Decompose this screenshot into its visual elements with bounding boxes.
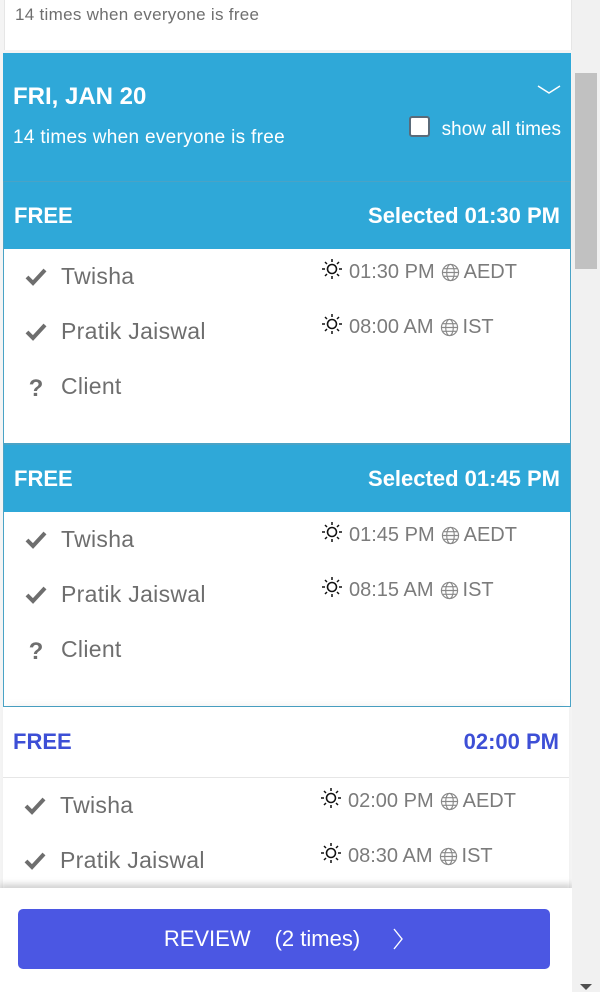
time-slot[interactable]: FREE Selected 01:45 PM Twisha 01:45 PM A… xyxy=(3,444,571,707)
slot-header[interactable]: FREE Selected 01:30 PM xyxy=(4,182,570,249)
slot-header[interactable]: FREE Selected 01:45 PM xyxy=(4,445,570,512)
sun-icon xyxy=(322,258,342,279)
timezone: AEDT xyxy=(462,790,516,812)
question-icon: ? xyxy=(29,375,44,399)
scrollbar[interactable] xyxy=(572,0,600,992)
globe-icon xyxy=(440,318,458,337)
participant-name: Client xyxy=(61,373,122,399)
check-icon xyxy=(24,852,46,870)
slot-time: Selected 01:30 PM xyxy=(368,202,560,228)
local-time: 08:15 AM xyxy=(349,579,434,601)
local-time: 01:45 PM xyxy=(349,524,435,546)
slot-status: FREE xyxy=(14,465,73,491)
sun-icon xyxy=(322,313,342,334)
participant-name: Pratik Jaiswal xyxy=(61,581,206,607)
slot-status: FREE xyxy=(13,729,72,754)
participant-row: Twisha 01:45 PM AEDT xyxy=(4,518,570,573)
slot-status: FREE xyxy=(14,202,73,228)
participant-name: Twisha xyxy=(60,792,134,818)
participant-local-time: 01:45 PM AEDT xyxy=(321,521,517,547)
globe-icon xyxy=(441,263,459,282)
local-time: 08:00 AM xyxy=(349,316,434,338)
participant-name: Twisha xyxy=(61,263,135,289)
local-time: 01:30 PM xyxy=(349,261,435,283)
participant-name: Pratik Jaiswal xyxy=(61,318,206,344)
day-title: FRI, JAN 20 xyxy=(13,83,147,110)
scrollbar-thumb[interactable] xyxy=(575,73,597,269)
globe-icon xyxy=(440,581,458,600)
participant-local-time: 08:15 AM IST xyxy=(321,576,494,602)
question-icon: ? xyxy=(29,638,44,662)
participant-row: Pratik Jaiswal 08:00 AM IST xyxy=(4,310,570,365)
timezone: AEDT xyxy=(463,524,517,546)
participant-local-time: 08:30 AM IST xyxy=(320,842,493,868)
previous-day-card[interactable]: 14 times when everyone is free xyxy=(4,0,572,50)
check-icon xyxy=(25,586,47,604)
review-label: REVIEW xyxy=(163,926,251,951)
day-header[interactable]: FRI, JAN 20 14 times when everyone is fr… xyxy=(3,53,571,181)
show-all-times-label: show all times xyxy=(441,119,561,140)
chevron-right-icon xyxy=(393,928,404,950)
check-icon xyxy=(25,323,47,341)
participant-name: Twisha xyxy=(61,526,135,552)
slot-time: Selected 01:45 PM xyxy=(368,465,560,491)
participant-row: ? Client xyxy=(4,365,570,420)
show-all-times-toggle[interactable]: show all times xyxy=(408,115,561,141)
previous-day-summary: 14 times when everyone is free xyxy=(15,5,260,24)
timezone: AEDT xyxy=(463,261,517,283)
participant-local-time: 08:00 AM IST xyxy=(321,313,494,339)
chevron-down-icon[interactable] xyxy=(537,83,561,97)
timezone: IST xyxy=(462,316,494,338)
time-slot[interactable]: FREE 02:00 PM Twisha 02:00 PM AEDT Prati… xyxy=(3,707,569,897)
participant-name: Client xyxy=(61,636,122,662)
sun-icon xyxy=(322,576,342,597)
check-icon xyxy=(25,531,47,549)
participant-row: Pratik Jaiswal 08:30 AM IST xyxy=(3,839,569,894)
participant-name: Pratik Jaiswal xyxy=(60,847,205,873)
bottom-action-bar: REVIEW (2 times) xyxy=(0,888,572,992)
local-time: 08:30 AM xyxy=(348,845,433,867)
svg-text:?: ? xyxy=(29,375,44,399)
check-icon xyxy=(25,268,47,286)
participant-local-time: 01:30 PM AEDT xyxy=(321,258,517,284)
sun-icon xyxy=(321,842,341,863)
participant-local-time: 02:00 PM AEDT xyxy=(320,787,516,813)
review-button[interactable]: REVIEW (2 times) xyxy=(18,909,550,969)
globe-icon xyxy=(440,792,458,811)
time-slot[interactable]: FREE Selected 01:30 PM Twisha 01:30 PM A… xyxy=(3,181,571,444)
timezone: IST xyxy=(461,845,493,867)
schedule-panel: 14 times when everyone is free FRI, JAN … xyxy=(0,0,572,992)
participant-row: Twisha 02:00 PM AEDT xyxy=(3,784,569,839)
globe-icon xyxy=(441,526,459,545)
sun-icon xyxy=(321,787,341,808)
day-summary: 14 times when everyone is free xyxy=(13,127,285,148)
slot-header[interactable]: FREE 02:00 PM xyxy=(3,707,569,778)
globe-icon xyxy=(439,847,457,866)
participant-row: Twisha 01:30 PM AEDT xyxy=(4,255,570,310)
check-icon xyxy=(24,797,46,815)
participant-row: ? Client xyxy=(4,628,570,683)
sun-icon xyxy=(322,521,342,542)
scroll-down-arrow-icon[interactable] xyxy=(580,984,592,990)
local-time: 02:00 PM xyxy=(348,790,434,812)
slot-time: 02:00 PM xyxy=(463,729,559,754)
review-count: (2 times) xyxy=(274,926,361,951)
participant-row: Pratik Jaiswal 08:15 AM IST xyxy=(4,573,570,628)
svg-text:?: ? xyxy=(29,638,44,662)
show-all-times-checkbox[interactable] xyxy=(408,115,430,137)
timezone: IST xyxy=(462,579,494,601)
